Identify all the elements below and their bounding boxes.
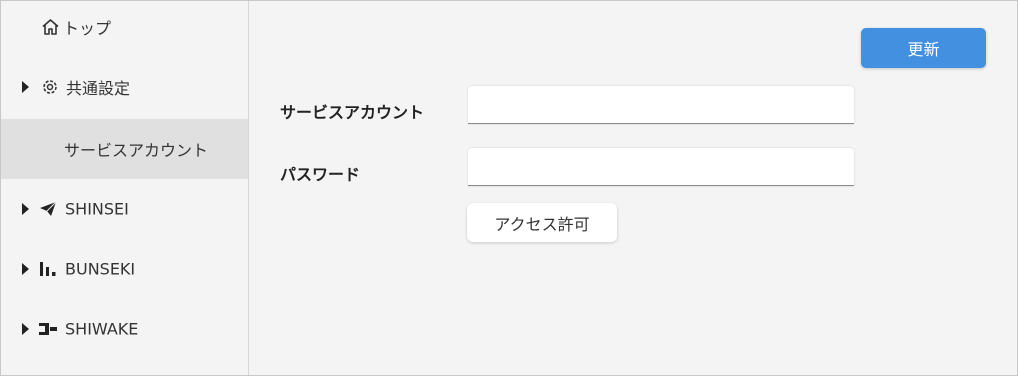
sidebar-item-common-settings[interactable]: 共通設定: [1, 57, 248, 117]
caret-right-icon[interactable]: [22, 263, 29, 275]
paper-plane-icon: [39, 201, 57, 217]
caret-right-icon[interactable]: [22, 323, 29, 335]
sidebar-item-label: BUNSEKI: [65, 259, 136, 279]
sidebar-item-shiwake[interactable]: SHIWAKE: [1, 299, 248, 359]
app-window: トップ 共通設定 サービスアカウント SHINSEI BUNSEKI SHIWA…: [0, 0, 1018, 376]
bar-chart-icon: [39, 261, 57, 277]
update-button[interactable]: 更新: [861, 28, 986, 68]
sidebar-item-label: 共通設定: [66, 79, 131, 98]
caret-right-icon[interactable]: [22, 81, 29, 93]
service-account-field[interactable]: [468, 86, 854, 124]
sidebar-item-service-account[interactable]: サービスアカウント: [1, 119, 248, 179]
sidebar-item-shinsei[interactable]: SHINSEI: [1, 179, 248, 239]
sidebar: トップ 共通設定 サービスアカウント SHINSEI BUNSEKI SHIWA…: [1, 1, 249, 375]
service-account-label: サービスアカウント: [280, 103, 425, 122]
sidebar-item-label: トップ: [63, 19, 112, 38]
password-field[interactable]: [468, 148, 854, 186]
password-label: パスワード: [280, 165, 361, 184]
connector-icon: [38, 322, 58, 336]
sidebar-item-label: SHINSEI: [65, 199, 129, 219]
caret-right-icon[interactable]: [22, 203, 29, 215]
sidebar-item-label: サービスアカウント: [64, 141, 209, 160]
grant-access-button[interactable]: アクセス許可: [467, 203, 617, 242]
main-panel: 更新 サービスアカウント パスワード アクセス許可: [249, 1, 1017, 375]
home-icon: [41, 18, 60, 36]
gear-icon: [41, 78, 59, 96]
sidebar-item-bunseki[interactable]: BUNSEKI: [1, 239, 248, 299]
sidebar-item-top[interactable]: トップ: [1, 1, 248, 53]
sidebar-item-label: SHIWAKE: [65, 319, 139, 339]
